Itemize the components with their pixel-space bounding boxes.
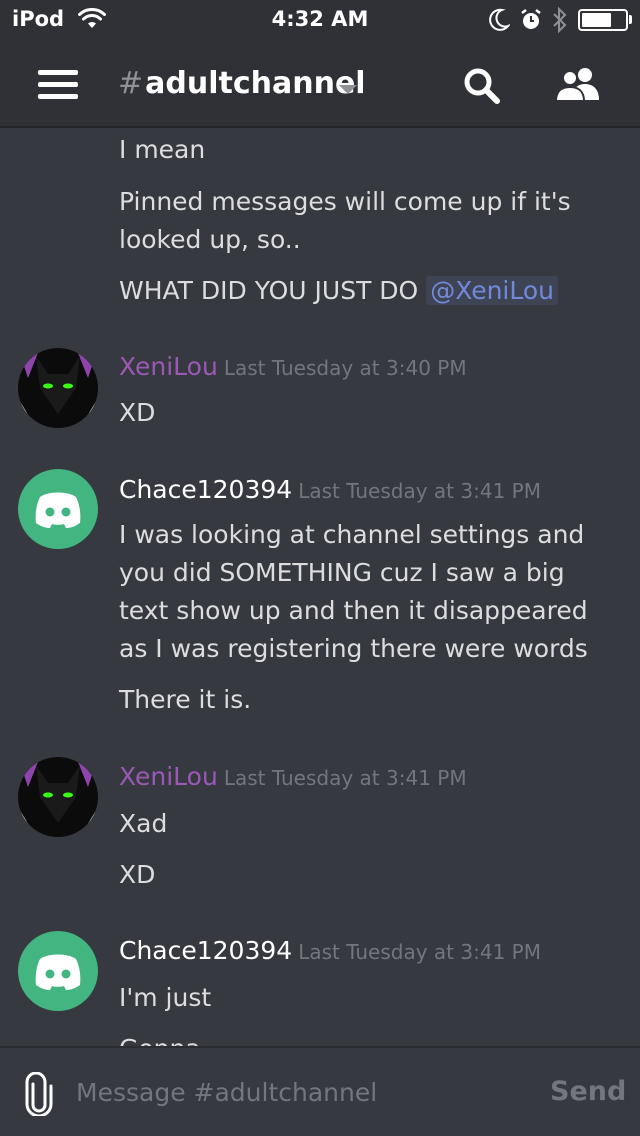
message-text: looked up, so.. <box>119 225 301 254</box>
timestamp: Last Tuesday at 3:41 PM <box>298 479 541 503</box>
message-composer: Send <box>0 1046 640 1136</box>
message-text: you did SOMETHING cuz I saw a big <box>119 558 565 587</box>
message-text: Pinned messages will come up if it's <box>119 187 571 216</box>
message-text: XD <box>119 398 156 427</box>
message-text: I was looking at channel settings and <box>119 520 585 549</box>
moon-icon <box>488 8 511 36</box>
channel-name: adultchannel <box>145 66 366 101</box>
message-text: I mean <box>119 135 206 164</box>
username[interactable]: Chace120394 <box>119 475 292 504</box>
message-text: as I was registering there were words <box>119 634 588 663</box>
avatar-chace120394[interactable] <box>18 469 98 549</box>
members-icon[interactable] <box>554 66 602 106</box>
avatar-chace120394[interactable] <box>18 931 98 1011</box>
search-icon[interactable] <box>462 66 502 110</box>
message-text: I'm just <box>119 983 212 1012</box>
message-header: Chace120394 Last Tuesday at 3:41 PM <box>119 934 541 969</box>
hamburger-icon[interactable] <box>38 70 78 100</box>
avatar-xenilou[interactable] <box>18 757 98 837</box>
message-header: XeniLou Last Tuesday at 3:40 PM <box>119 350 467 385</box>
clock: 4:32 AM <box>271 7 369 31</box>
paperclip-icon[interactable] <box>24 1071 54 1120</box>
timestamp: Last Tuesday at 3:41 PM <box>298 940 541 964</box>
avatar-xenilou[interactable] <box>18 348 98 428</box>
user-mention[interactable]: @XeniLou <box>426 276 558 305</box>
discord-logo-icon <box>35 492 81 528</box>
username[interactable]: Chace120394 <box>119 936 292 965</box>
message-header: XeniLou Last Tuesday at 3:41 PM <box>119 760 467 795</box>
message-text: XD <box>119 860 156 889</box>
channel-hash: # <box>118 66 144 101</box>
battery-icon <box>578 9 628 31</box>
alarm-icon <box>519 8 543 36</box>
message-text: text show up and then it disappeared <box>119 596 588 625</box>
battery-tip <box>629 15 632 24</box>
timestamp: Last Tuesday at 3:40 PM <box>223 356 467 380</box>
channel-header: #adultchannel <box>0 40 640 128</box>
discord-logo-icon <box>35 954 81 990</box>
message-list[interactable]: I mean Pinned messages will come up if i… <box>0 130 640 1046</box>
message-text-content: WHAT DID YOU JUST DO <box>119 276 419 305</box>
chevron-down-icon[interactable] <box>339 85 357 94</box>
username[interactable]: XeniLou <box>119 352 218 381</box>
message-text: Gonna <box>119 1030 201 1046</box>
message-input[interactable] <box>76 1072 516 1112</box>
channel-title[interactable]: #adultchannel <box>118 66 366 101</box>
message-header: Chace120394 Last Tuesday at 3:41 PM <box>119 473 541 508</box>
message-text: There it is. <box>119 685 252 714</box>
bluetooth-icon <box>551 6 569 38</box>
message-text: Xad <box>119 809 168 838</box>
username[interactable]: XeniLou <box>119 762 218 791</box>
message-text: WHAT DID YOU JUST DO @XeniLou <box>119 272 558 310</box>
timestamp: Last Tuesday at 3:41 PM <box>223 766 467 790</box>
send-button[interactable]: Send <box>550 1076 626 1107</box>
battery-level <box>582 13 611 27</box>
status-bar: iPod 4:32 AM <box>0 0 640 40</box>
